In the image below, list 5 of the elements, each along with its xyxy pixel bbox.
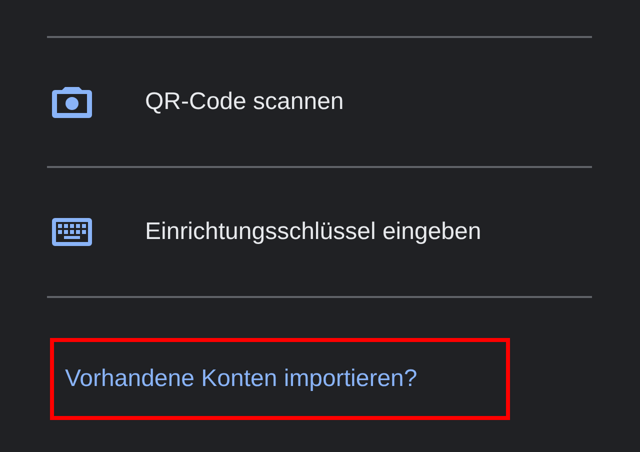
keyboard-icon — [52, 218, 92, 246]
camera-icon — [52, 86, 92, 118]
menu-item[interactable]: Einrichtungsschlüssel eingeben — [47, 168, 592, 296]
import-link[interactable]: Vorhandene Konten importieren? — [65, 365, 418, 393]
menu-item[interactable]: QR-Code scannen — [47, 38, 592, 166]
